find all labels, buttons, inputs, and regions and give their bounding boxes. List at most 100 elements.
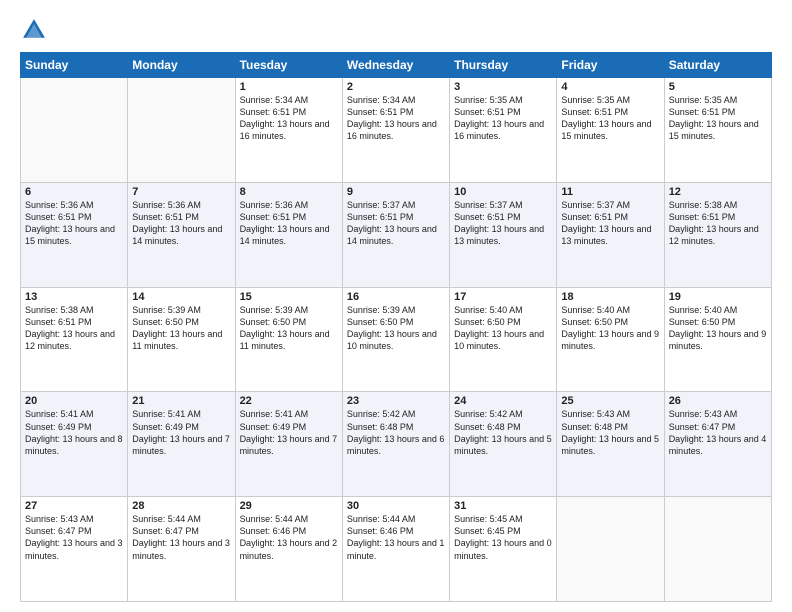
col-header-tuesday: Tuesday bbox=[235, 53, 342, 78]
cell-info: Sunrise: 5:40 AM Sunset: 6:50 PM Dayligh… bbox=[669, 304, 767, 353]
week-row-3: 20 Sunrise: 5:41 AM Sunset: 6:49 PM Dayli… bbox=[21, 392, 772, 497]
calendar-cell: 11Sunrise: 5:37 AM Sunset: 6:51 PM Dayli… bbox=[557, 182, 664, 287]
day-number: 31 bbox=[454, 500, 552, 512]
cell-info: Sunrise: 5:41 AM Sunset: 6:49 PM Dayligh… bbox=[240, 408, 338, 457]
col-header-thursday: Thursday bbox=[450, 53, 557, 78]
day-number: 17 bbox=[454, 291, 552, 303]
cell-info: Sunrise: 5:35 AM Sunset: 6:51 PM Dayligh… bbox=[454, 94, 552, 143]
calendar-cell: 28Sunrise: 5:44 AM Sunset: 6:47 PM Dayli… bbox=[128, 497, 235, 602]
col-header-sunday: Sunday bbox=[21, 53, 128, 78]
week-row-0: 1Sunrise: 5:34 AM Sunset: 6:51 PM Daylig… bbox=[21, 78, 772, 183]
day-number: 25 bbox=[561, 395, 659, 407]
calendar-cell: 21Sunrise: 5:41 AM Sunset: 6:49 PM Dayli… bbox=[128, 392, 235, 497]
day-number: 10 bbox=[454, 186, 552, 198]
calendar-cell: 31Sunrise: 5:45 AM Sunset: 6:45 PM Dayli… bbox=[450, 497, 557, 602]
cell-info: Sunrise: 5:36 AM Sunset: 6:51 PM Dayligh… bbox=[240, 199, 338, 248]
cell-info: Sunrise: 5:43 AM Sunset: 6:47 PM Dayligh… bbox=[669, 408, 767, 457]
day-number: 18 bbox=[561, 291, 659, 303]
day-number: 6 bbox=[25, 186, 123, 198]
calendar-cell: 30Sunrise: 5:44 AM Sunset: 6:46 PM Dayli… bbox=[342, 497, 449, 602]
day-number: 1 bbox=[240, 81, 338, 93]
col-header-saturday: Saturday bbox=[664, 53, 771, 78]
cell-info: Sunrise: 5:35 AM Sunset: 6:51 PM Dayligh… bbox=[669, 94, 767, 143]
calendar-cell: 13Sunrise: 5:38 AM Sunset: 6:51 PM Dayli… bbox=[21, 287, 128, 392]
day-number: 21 bbox=[132, 395, 230, 407]
calendar-cell: 26Sunrise: 5:43 AM Sunset: 6:47 PM Dayli… bbox=[664, 392, 771, 497]
day-number: 8 bbox=[240, 186, 338, 198]
calendar-cell: 29Sunrise: 5:44 AM Sunset: 6:46 PM Dayli… bbox=[235, 497, 342, 602]
calendar-cell bbox=[664, 497, 771, 602]
calendar-cell: 16Sunrise: 5:39 AM Sunset: 6:50 PM Dayli… bbox=[342, 287, 449, 392]
calendar-cell bbox=[557, 497, 664, 602]
page: SundayMondayTuesdayWednesdayThursdayFrid… bbox=[0, 0, 792, 612]
calendar-cell: 25Sunrise: 5:43 AM Sunset: 6:48 PM Dayli… bbox=[557, 392, 664, 497]
calendar-cell: 6Sunrise: 5:36 AM Sunset: 6:51 PM Daylig… bbox=[21, 182, 128, 287]
calendar-cell: 23Sunrise: 5:42 AM Sunset: 6:48 PM Dayli… bbox=[342, 392, 449, 497]
header bbox=[20, 16, 772, 44]
cell-info: Sunrise: 5:44 AM Sunset: 6:47 PM Dayligh… bbox=[132, 513, 230, 562]
week-row-2: 13Sunrise: 5:38 AM Sunset: 6:51 PM Dayli… bbox=[21, 287, 772, 392]
cell-info: Sunrise: 5:38 AM Sunset: 6:51 PM Dayligh… bbox=[669, 199, 767, 248]
calendar-cell: 14Sunrise: 5:39 AM Sunset: 6:50 PM Dayli… bbox=[128, 287, 235, 392]
calendar-cell: 7Sunrise: 5:36 AM Sunset: 6:51 PM Daylig… bbox=[128, 182, 235, 287]
day-number: 13 bbox=[25, 291, 123, 303]
cell-info: Sunrise: 5:34 AM Sunset: 6:51 PM Dayligh… bbox=[240, 94, 338, 143]
calendar-cell: 3Sunrise: 5:35 AM Sunset: 6:51 PM Daylig… bbox=[450, 78, 557, 183]
cell-info: Sunrise: 5:44 AM Sunset: 6:46 PM Dayligh… bbox=[240, 513, 338, 562]
day-number: 2 bbox=[347, 81, 445, 93]
cell-info: Sunrise: 5:39 AM Sunset: 6:50 PM Dayligh… bbox=[240, 304, 338, 353]
cell-info: Sunrise: 5:39 AM Sunset: 6:50 PM Dayligh… bbox=[132, 304, 230, 353]
cell-info: Sunrise: 5:36 AM Sunset: 6:51 PM Dayligh… bbox=[25, 199, 123, 248]
cell-info: Sunrise: 5:44 AM Sunset: 6:46 PM Dayligh… bbox=[347, 513, 445, 562]
logo-icon bbox=[20, 16, 48, 44]
day-number: 29 bbox=[240, 500, 338, 512]
calendar-cell: 27Sunrise: 5:43 AM Sunset: 6:47 PM Dayli… bbox=[21, 497, 128, 602]
col-header-friday: Friday bbox=[557, 53, 664, 78]
day-number: 22 bbox=[240, 395, 338, 407]
calendar-cell: 10Sunrise: 5:37 AM Sunset: 6:51 PM Dayli… bbox=[450, 182, 557, 287]
calendar-cell: 15Sunrise: 5:39 AM Sunset: 6:50 PM Dayli… bbox=[235, 287, 342, 392]
cell-info: Sunrise: 5:35 AM Sunset: 6:51 PM Dayligh… bbox=[561, 94, 659, 143]
day-number: 15 bbox=[240, 291, 338, 303]
day-number: 9 bbox=[347, 186, 445, 198]
col-header-monday: Monday bbox=[128, 53, 235, 78]
cell-info: Sunrise: 5:45 AM Sunset: 6:45 PM Dayligh… bbox=[454, 513, 552, 562]
logo bbox=[20, 16, 52, 44]
cell-info: Sunrise: 5:40 AM Sunset: 6:50 PM Dayligh… bbox=[561, 304, 659, 353]
calendar-cell: 24Sunrise: 5:42 AM Sunset: 6:48 PM Dayli… bbox=[450, 392, 557, 497]
calendar-cell: 4Sunrise: 5:35 AM Sunset: 6:51 PM Daylig… bbox=[557, 78, 664, 183]
calendar-cell: 19Sunrise: 5:40 AM Sunset: 6:50 PM Dayli… bbox=[664, 287, 771, 392]
calendar-cell: 5Sunrise: 5:35 AM Sunset: 6:51 PM Daylig… bbox=[664, 78, 771, 183]
day-number: 12 bbox=[669, 186, 767, 198]
week-row-4: 27Sunrise: 5:43 AM Sunset: 6:47 PM Dayli… bbox=[21, 497, 772, 602]
calendar-cell: 2Sunrise: 5:34 AM Sunset: 6:51 PM Daylig… bbox=[342, 78, 449, 183]
day-number: 11 bbox=[561, 186, 659, 198]
cell-info: Sunrise: 5:37 AM Sunset: 6:51 PM Dayligh… bbox=[454, 199, 552, 248]
cell-info: Sunrise: 5:40 AM Sunset: 6:50 PM Dayligh… bbox=[454, 304, 552, 353]
calendar-cell: 8Sunrise: 5:36 AM Sunset: 6:51 PM Daylig… bbox=[235, 182, 342, 287]
day-number: 7 bbox=[132, 186, 230, 198]
day-number: 14 bbox=[132, 291, 230, 303]
cell-info: Sunrise: 5:37 AM Sunset: 6:51 PM Dayligh… bbox=[561, 199, 659, 248]
calendar-cell: 22Sunrise: 5:41 AM Sunset: 6:49 PM Dayli… bbox=[235, 392, 342, 497]
calendar-cell: 12Sunrise: 5:38 AM Sunset: 6:51 PM Dayli… bbox=[664, 182, 771, 287]
day-number: 26 bbox=[669, 395, 767, 407]
day-number: 4 bbox=[561, 81, 659, 93]
calendar-cell: 17Sunrise: 5:40 AM Sunset: 6:50 PM Dayli… bbox=[450, 287, 557, 392]
calendar-cell bbox=[128, 78, 235, 183]
cell-info: Sunrise: 5:39 AM Sunset: 6:50 PM Dayligh… bbox=[347, 304, 445, 353]
calendar-cell bbox=[21, 78, 128, 183]
cell-info: Sunrise: 5:42 AM Sunset: 6:48 PM Dayligh… bbox=[347, 408, 445, 457]
cell-info: Sunrise: 5:37 AM Sunset: 6:51 PM Dayligh… bbox=[347, 199, 445, 248]
day-number: 30 bbox=[347, 500, 445, 512]
day-number: 28 bbox=[132, 500, 230, 512]
day-number: 20 bbox=[25, 395, 123, 407]
day-number: 3 bbox=[454, 81, 552, 93]
day-number: 16 bbox=[347, 291, 445, 303]
day-number: 23 bbox=[347, 395, 445, 407]
day-number: 24 bbox=[454, 395, 552, 407]
cell-info: Sunrise: 5:43 AM Sunset: 6:48 PM Dayligh… bbox=[561, 408, 659, 457]
cell-info: Sunrise: 5:42 AM Sunset: 6:48 PM Dayligh… bbox=[454, 408, 552, 457]
cell-info: Sunrise: 5:38 AM Sunset: 6:51 PM Dayligh… bbox=[25, 304, 123, 353]
day-number: 5 bbox=[669, 81, 767, 93]
